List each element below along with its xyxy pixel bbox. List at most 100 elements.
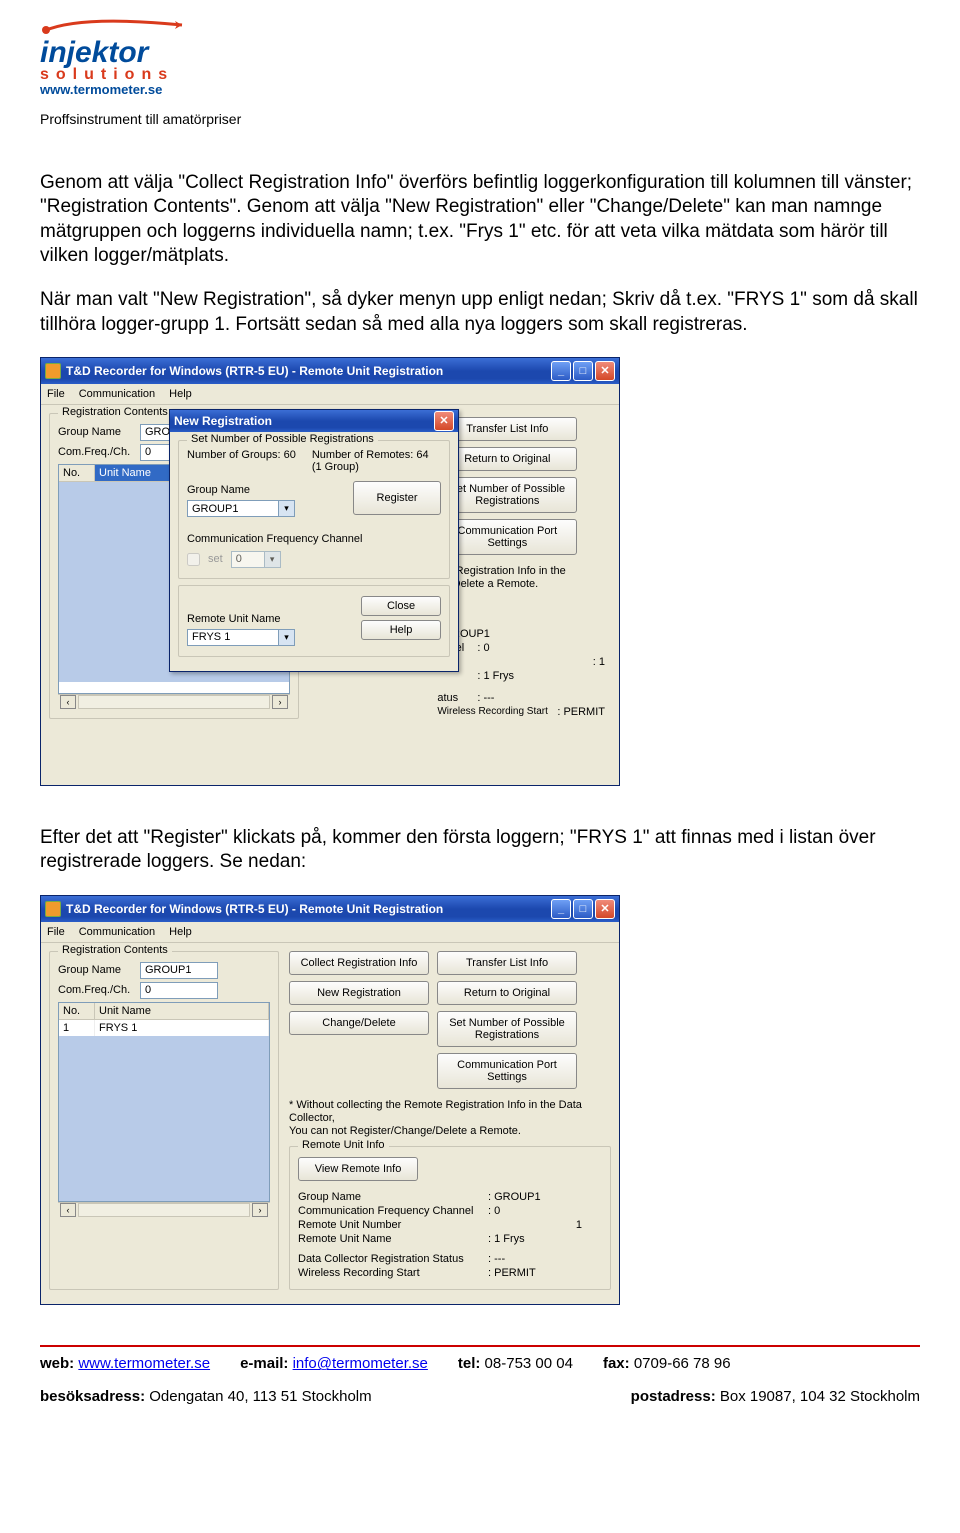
minimize-button[interactable]: _ [551, 899, 571, 919]
titlebar[interactable]: T&D Recorder for Windows (RTR-5 EU) - Re… [41, 896, 619, 922]
menu-file[interactable]: File [47, 926, 65, 938]
dialog-group-name-combo[interactable]: GROUP1 ▾ [187, 500, 295, 517]
footer-fax-label: fax: [603, 1355, 630, 1372]
col-unit-name[interactable]: Unit Name [95, 1003, 269, 1019]
note-prefix: * Without collecting the Remote Registra… [289, 1099, 582, 1124]
dropdown-icon[interactable]: ▾ [279, 500, 295, 517]
collect-registration-info-button[interactable]: Collect Registration Info [289, 951, 429, 975]
logo-brand: injektor [40, 38, 920, 68]
footer-besok-value: Odengatan 40, 113 51 Stockholm [149, 1388, 371, 1405]
table-row[interactable]: 1 FRYS 1 [59, 1020, 269, 1036]
footer-line-1: web: www.termometer.se e-mail: info@term… [40, 1355, 920, 1372]
titlebar[interactable]: T&D Recorder for Windows (RTR-5 EU) - Re… [41, 358, 619, 384]
app-window-2: T&D Recorder for Windows (RTR-5 EU) - Re… [40, 895, 620, 1306]
row-no: 1 [59, 1020, 95, 1036]
info-wrs-val: : PERMIT [557, 706, 605, 718]
dialog-setnum-legend: Set Number of Possible Registrations [187, 433, 378, 445]
communication-port-settings-button[interactable]: Communication Port Settings [437, 1053, 577, 1089]
footer-line-2: besöksadress: Odengatan 40, 113 51 Stock… [40, 1388, 920, 1405]
register-button[interactable]: Register [353, 481, 441, 515]
close-button[interactable]: ✕ [595, 899, 615, 919]
dialog-group-name-value[interactable]: GROUP1 [187, 500, 279, 517]
com-freq-label: Com.Freq./Ch. [58, 984, 140, 996]
change-delete-button[interactable]: Change/Delete [289, 1011, 429, 1035]
remote-unit-info-legend: Remote Unit Info [298, 1139, 389, 1151]
menu-communication[interactable]: Communication [79, 926, 155, 938]
group-name-value: GROUP1 [140, 962, 218, 979]
com-freq-value: 0 [140, 982, 218, 999]
menu-help[interactable]: Help [169, 926, 192, 938]
dialog-group-name-label: Group Name [187, 484, 295, 496]
view-remote-info-button[interactable]: View Remote Info [298, 1157, 418, 1181]
menu-communication[interactable]: Communication [79, 388, 155, 400]
close-button[interactable]: ✕ [595, 361, 615, 381]
horizontal-scrollbar[interactable]: ‹ › [58, 694, 290, 710]
window-title: T&D Recorder for Windows (RTR-5 EU) - Re… [66, 902, 443, 916]
dialog-help-btn[interactable]: Help [361, 620, 441, 640]
group-name-label: Group Name [58, 426, 140, 438]
dialog-num-remotes-sub: (1 Group) [312, 461, 359, 473]
footer-web-link[interactable]: www.termometer.se [78, 1355, 210, 1372]
dialog-remote-unit-value[interactable]: FRYS 1 [187, 629, 279, 646]
footer-besok-label: besöksadress: [40, 1388, 145, 1405]
dialog-close-button[interactable]: ✕ [434, 411, 454, 431]
dialog-remote-unit-label: Remote Unit Name [187, 613, 295, 625]
scroll-left-button[interactable]: ‹ [60, 1203, 76, 1217]
ri-group-lbl: Group Name [298, 1191, 488, 1203]
ri-status-val: : --- [488, 1253, 602, 1265]
horizontal-scrollbar[interactable]: ‹ › [58, 1202, 270, 1218]
info-group-val: : GROUP1 [437, 628, 605, 640]
logo-block: injektor solutions www.termometer.se [40, 20, 920, 97]
window-title: T&D Recorder for Windows (RTR-5 EU) - Re… [66, 364, 443, 378]
footer-tel-value: 08-753 00 04 [485, 1355, 573, 1372]
return-to-original-button[interactable]: Return to Original [437, 981, 577, 1005]
menu-file[interactable]: File [47, 388, 65, 400]
dropdown-icon[interactable]: ▾ [279, 629, 295, 646]
info-remote-num-val: : 1 [537, 656, 605, 668]
scroll-right-button[interactable]: › [272, 695, 288, 709]
dialog-cfc-combo: 0 ▾ [231, 551, 281, 568]
footer-rule [40, 1345, 920, 1347]
group-name-label: Group Name [58, 964, 140, 976]
dialog-num-groups: Number of Groups: 60 [187, 449, 296, 473]
scroll-track[interactable] [78, 695, 270, 709]
scroll-left-button[interactable]: ‹ [60, 695, 76, 709]
dialog-title: New Registration [174, 414, 272, 428]
new-registration-dialog: New Registration ✕ Set Number of Possibl… [169, 409, 459, 672]
body-paragraph-2: När man valt "New Registration", så dyke… [40, 288, 920, 337]
minimize-button[interactable]: _ [551, 361, 571, 381]
com-freq-label: Com.Freq./Ch. [58, 446, 140, 458]
footer-tel-label: tel: [458, 1355, 481, 1372]
note-body: You can not Register/Change/Delete a Rem… [289, 1125, 521, 1137]
app-icon [45, 901, 61, 917]
maximize-button[interactable]: □ [573, 361, 593, 381]
scroll-right-button[interactable]: › [252, 1203, 268, 1217]
set-number-registrations-button[interactable]: Set Number of Possible Registrations [437, 1011, 577, 1047]
footer-email-link[interactable]: info@termometer.se [293, 1355, 428, 1372]
body-paragraph-1: Genom att välja "Collect Registration In… [40, 171, 920, 268]
registration-contents-legend: Registration Contents [58, 944, 172, 956]
app-icon [45, 363, 61, 379]
dialog-set-label: set [208, 553, 223, 565]
col-no[interactable]: No. [59, 1003, 95, 1019]
info-remote-name-val: : 1 Frys [477, 670, 605, 682]
dialog-close-btn[interactable]: Close [361, 596, 441, 616]
dialog-remote-unit-combo[interactable]: FRYS 1 ▾ [187, 629, 295, 646]
footer-web-label: web: [40, 1355, 74, 1372]
app-window-1: T&D Recorder for Windows (RTR-5 EU) - Re… [40, 357, 620, 786]
scroll-track[interactable] [78, 1203, 250, 1217]
transfer-list-info-button[interactable]: Transfer List Info [437, 951, 577, 975]
dialog-num-remotes: Number of Remotes: 64 [312, 449, 429, 461]
ri-run-lbl: Remote Unit Number [298, 1219, 488, 1231]
new-registration-button[interactable]: New Registration [289, 981, 429, 1005]
logo-website: www.termometer.se [40, 82, 920, 97]
footer-fax-value: 0709-66 78 96 [634, 1355, 731, 1372]
unit-list[interactable]: No. Unit Name 1 FRYS 1 [58, 1002, 270, 1202]
maximize-button[interactable]: □ [573, 899, 593, 919]
ri-run-val: 1 [488, 1219, 602, 1231]
col-no[interactable]: No. [59, 465, 95, 481]
info-status-val: : --- [477, 692, 605, 704]
menu-help[interactable]: Help [169, 388, 192, 400]
footer-post-value: Box 19087, 104 32 Stockholm [720, 1388, 920, 1405]
body-paragraph-3: Efter det att "Register" klickats på, ko… [40, 826, 920, 875]
